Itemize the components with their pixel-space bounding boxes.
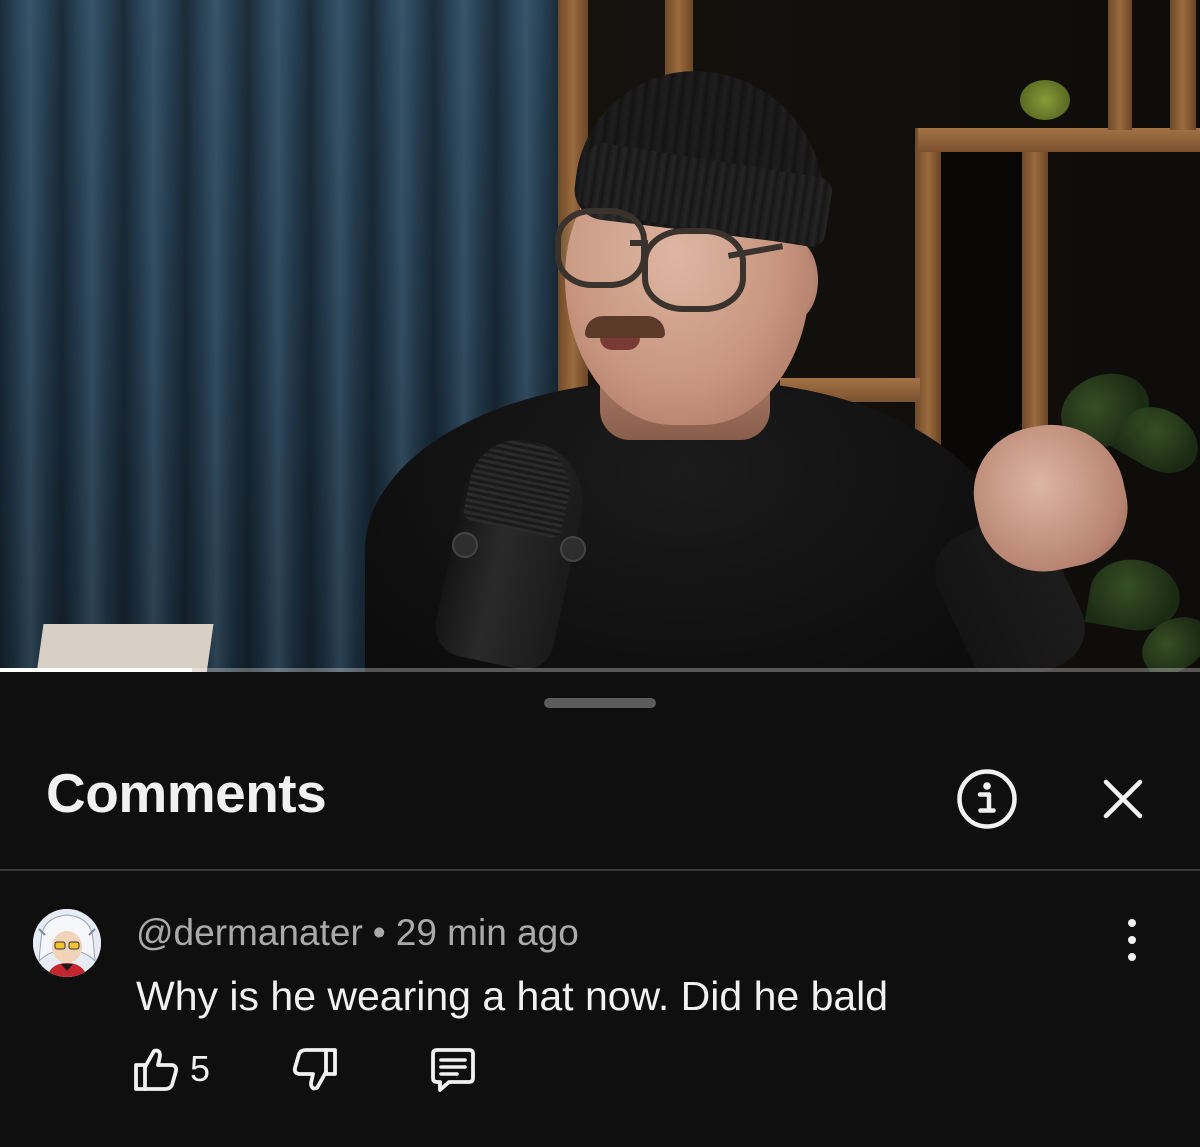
reply-button[interactable] [426, 1043, 480, 1097]
thumbs-up-icon [134, 1048, 179, 1091]
more-vertical-icon-dot [1128, 953, 1136, 961]
close-icon [1103, 779, 1143, 819]
comment-meta: @dermanater • 29 min ago [136, 912, 579, 954]
shelf-figurine [1020, 80, 1070, 120]
comment-text: Why is he wearing a hat now. Did he bald [136, 973, 889, 1019]
comments-title: Comments [46, 762, 327, 824]
mouth [600, 338, 640, 350]
shelf-post [915, 128, 941, 468]
comment-menu-button[interactable] [1114, 915, 1150, 965]
like-button[interactable]: 5 [130, 1041, 210, 1097]
thumbs-down-icon [292, 1048, 337, 1091]
mustache [585, 316, 665, 338]
info-button[interactable] [955, 767, 1019, 831]
shelf-post [1022, 140, 1048, 440]
shelf-board [918, 128, 1200, 152]
close-button[interactable] [1096, 772, 1150, 826]
avatar-image [33, 909, 101, 977]
drag-handle[interactable] [544, 698, 656, 708]
glasses-lens-right [642, 228, 746, 312]
video-progress-fill [0, 668, 192, 672]
comments-sheet: Comments @dermanater • 29 min ago Why is… [0, 676, 1200, 1147]
more-vertical-icon-dot [1128, 936, 1136, 944]
glasses-lens-left [555, 208, 647, 288]
avatar[interactable] [33, 909, 101, 977]
meta-separator: • [372, 912, 386, 953]
microphone-knob [560, 536, 586, 562]
comment-time: 29 min ago [395, 912, 579, 953]
comment-author[interactable]: @dermanater [136, 912, 363, 953]
paper-sheet [36, 624, 214, 672]
shelf-post [1108, 0, 1132, 130]
dislike-button[interactable] [288, 1043, 342, 1097]
comment-item: @dermanater • 29 min ago Why is he wearing… [0, 871, 1200, 1147]
microphone-knob [452, 532, 478, 558]
glasses-bridge [630, 240, 648, 246]
video-player[interactable] [0, 0, 1200, 672]
like-count: 5 [190, 1048, 211, 1089]
more-vertical-icon-dot [1128, 919, 1136, 927]
shelf-post [1170, 0, 1196, 130]
info-circle-icon [957, 769, 1017, 829]
shelf-back [940, 150, 1024, 470]
video-progress-bar[interactable] [0, 668, 1200, 672]
reply-comment-icon [431, 1048, 475, 1092]
